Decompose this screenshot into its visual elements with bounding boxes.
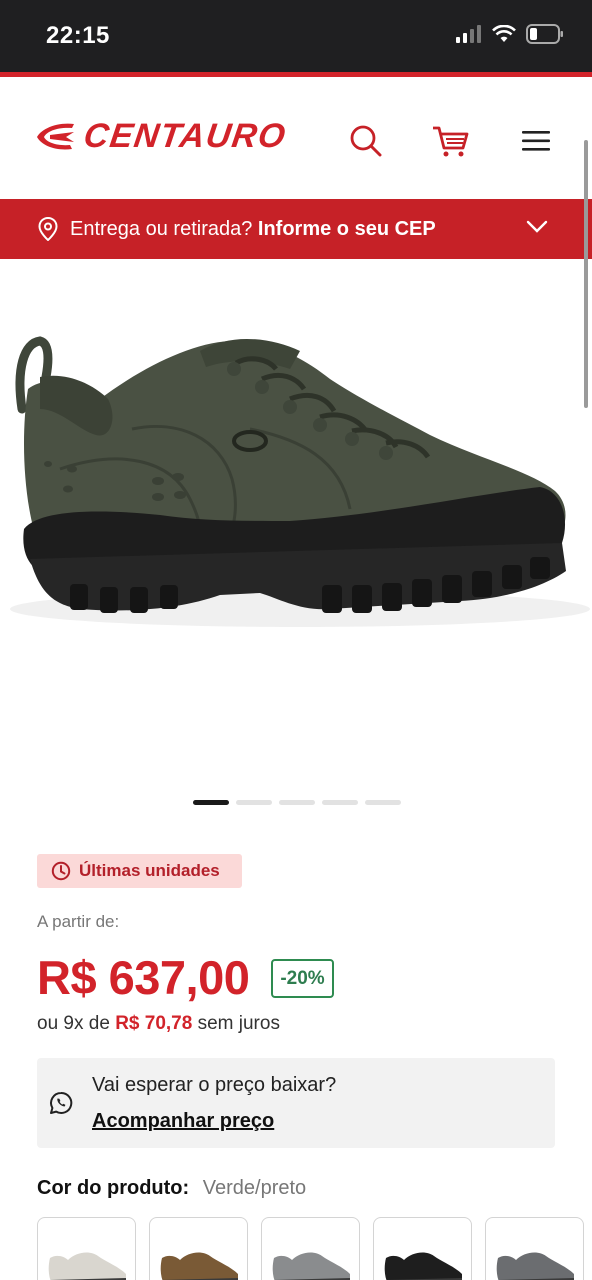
discount-badge: -20% [271,959,334,998]
color-swatch[interactable] [261,1217,360,1280]
color-row: Cor do produto: Verde/preto [37,1177,306,1200]
price-from-label: A partir de: [37,912,120,931]
product-price: R$ 637,00 [37,951,250,1004]
logo-mark-icon [37,123,74,149]
status-bar: 22:15 [0,0,592,72]
color-swatch[interactable] [149,1217,248,1280]
color-swatch[interactable] [37,1217,136,1280]
color-label: Cor do produto: [37,1177,190,1199]
whatsapp-icon [50,1091,73,1114]
page-scrollbar[interactable] [584,140,588,408]
delivery-cep-bar[interactable]: Entrega ou retirada? Informe o seu CEP [0,199,592,259]
carousel-dot[interactable] [193,800,229,805]
search-button[interactable] [346,121,386,161]
signal-icon [456,25,481,43]
color-swatch[interactable] [485,1217,584,1280]
delivery-prefix: Entrega ou retirada? [70,217,253,240]
color-value: Verde/preto [202,1177,307,1199]
image-carousel-dots [193,800,401,805]
swatch-shoe-thumbnail [272,1252,350,1280]
status-icons [456,24,564,44]
stock-badge-label: Últimas unidades [79,861,220,880]
installments-text: ou 9x de R$ 70,78 sem juros [37,1013,280,1035]
logo[interactable]: CENTAURO [36,117,289,156]
price-alert-box: Vai esperar o preço baixar? Acompanhar p… [37,1058,555,1148]
swatch-shoe-thumbnail [48,1252,126,1280]
logo-text: CENTAURO [81,117,289,155]
product-shoe-image [10,336,590,627]
installments-prefix: ou 9x de [37,1013,110,1034]
menu-icon [522,131,550,151]
track-price-link[interactable]: Acompanhar preço [92,1110,274,1133]
swatch-shoe-thumbnail [384,1252,462,1280]
chevron-down-icon [526,220,548,233]
carousel-dot[interactable] [322,800,358,805]
carousel-dot[interactable] [365,800,401,805]
cart-icon [433,126,469,157]
color-swatch[interactable] [373,1217,472,1280]
clock-icon [51,861,71,881]
delivery-cta: Informe o seu CEP [257,217,436,240]
swatch-shoe-thumbnail [160,1252,238,1280]
wifi-icon [492,25,516,42]
product-image[interactable] [0,259,592,775]
delivery-text: Entrega ou retirada? Informe o seu CEP [70,218,436,241]
site-header: CENTAURO [0,77,592,199]
price-alert-question: Vai esperar o preço baixar? [92,1074,337,1096]
location-pin-icon [38,217,58,241]
menu-button[interactable] [516,121,556,161]
stock-badge: Últimas unidades [37,854,242,888]
carousel-dot[interactable] [236,800,272,805]
installments-suffix: sem juros [197,1013,280,1034]
status-time: 22:15 [46,22,110,49]
swatch-shoe-thumbnail [496,1252,574,1280]
search-icon [350,125,382,157]
battery-icon [526,24,563,44]
color-swatches [37,1217,584,1280]
installments-value: R$ 70,78 [115,1013,193,1034]
carousel-dot[interactable] [279,800,315,805]
cart-button[interactable] [430,121,470,161]
